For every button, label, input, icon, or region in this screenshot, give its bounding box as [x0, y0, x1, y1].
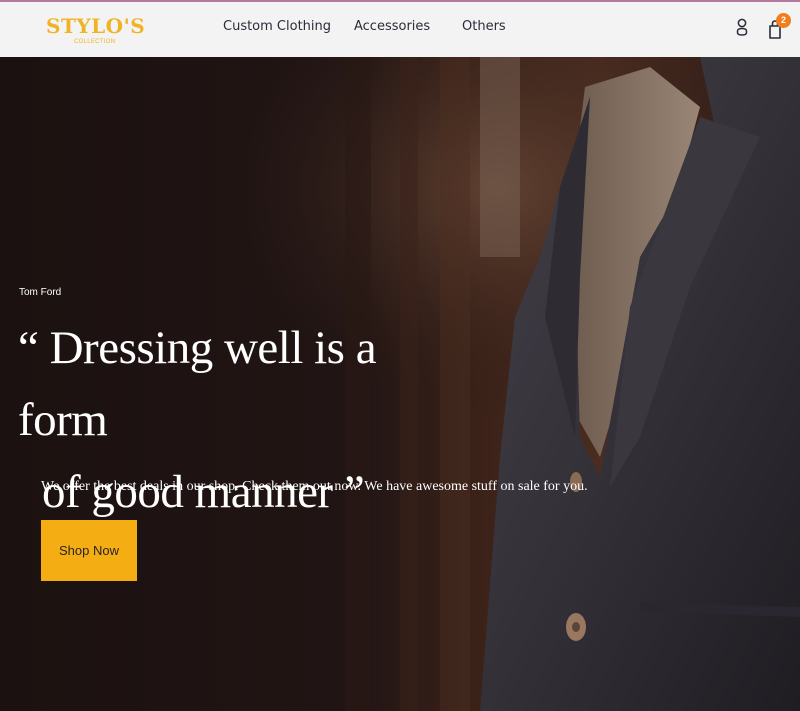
user-icon[interactable] [734, 18, 750, 40]
hero-tagline: We offer the best deals in our shop. Che… [41, 479, 588, 494]
nav-accessories[interactable]: Accessories [354, 19, 430, 34]
quote-author: Tom Ford [19, 287, 62, 298]
brand-name: STYLO'S [46, 14, 146, 38]
hero-banner: Tom Ford “ Dressing well is a form of go… [0, 57, 800, 711]
cart-count-badge: 2 [776, 13, 791, 28]
shop-now-button[interactable]: Shop Now [41, 520, 137, 581]
nav-others[interactable]: Others [462, 19, 506, 34]
headline-line-1: “ Dressing well is a form [18, 322, 377, 446]
hero-headline: “ Dressing well is a form of good manner… [18, 312, 438, 528]
brand-sub: COLLECTION [74, 39, 116, 45]
site-header: STYLO'S COLLECTION Custom Clothing Acces… [0, 0, 800, 57]
brand-logo[interactable]: STYLO'S COLLECTION [46, 14, 145, 50]
nav-custom-clothing[interactable]: Custom Clothing [223, 19, 331, 34]
